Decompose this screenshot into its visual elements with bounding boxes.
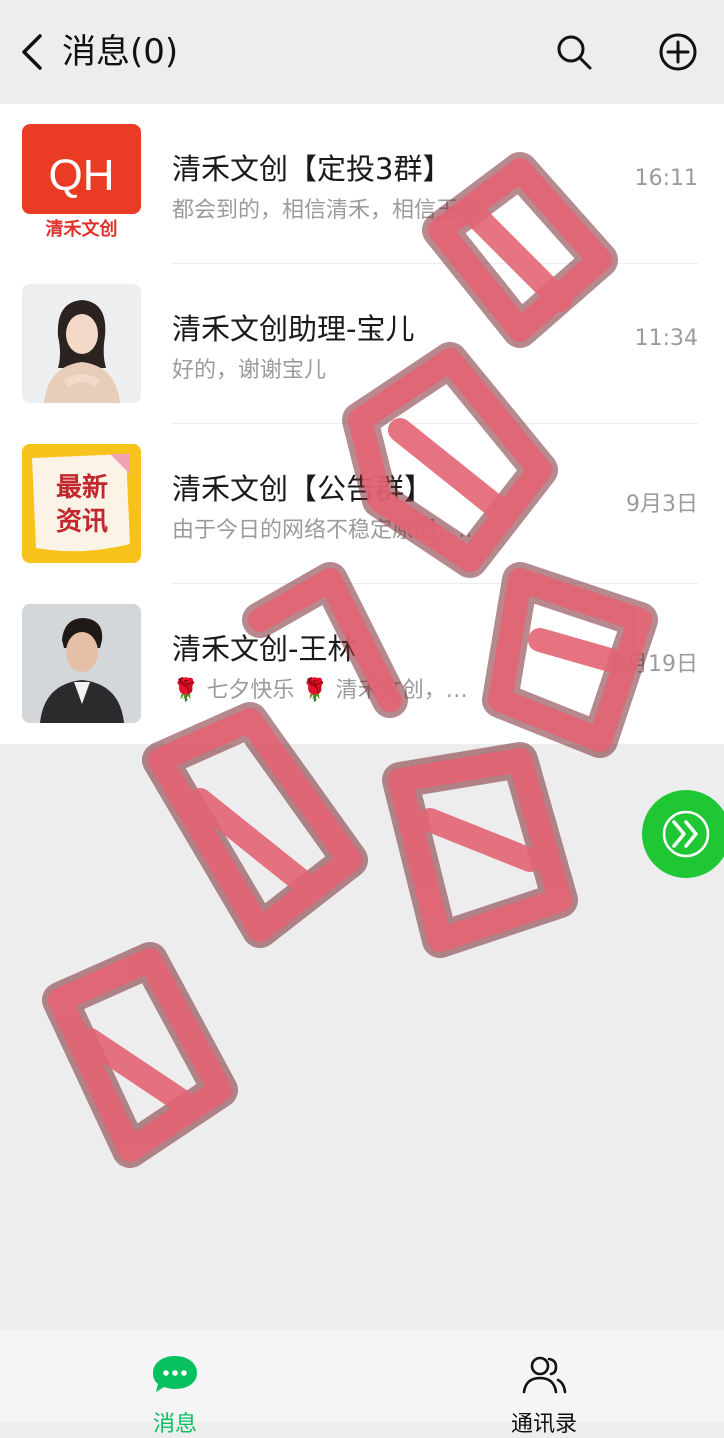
avatar-logo-text: QH xyxy=(49,151,115,200)
search-icon[interactable] xyxy=(552,30,596,74)
conversation-item[interactable]: 最新 资讯 清禾文创【公告群】 由于今日的网络不稳定原因，… 9月3日 xyxy=(0,424,724,584)
conversation-item[interactable]: 清禾文创助理-宝儿 好的，谢谢宝儿 11:34 xyxy=(0,264,724,424)
bottom-tab-bar: 消息 通讯录 xyxy=(0,1330,724,1437)
chat-bubble-icon xyxy=(153,1356,197,1392)
avatar xyxy=(22,284,141,403)
tab-messages[interactable]: 消息 xyxy=(75,1330,275,1437)
add-circle-icon[interactable] xyxy=(656,30,700,74)
avatar-subtitle: 清禾文创 xyxy=(46,218,118,240)
page-title: 消息(0) xyxy=(62,32,179,72)
conversation-name: 清禾文创【公告群】 xyxy=(172,472,434,506)
tab-contacts[interactable]: 通讯录 xyxy=(444,1330,644,1437)
conversation-time: 8月19日 xyxy=(612,652,698,677)
conversation-list: QH 清禾文创 清禾文创【定投3群】 都会到的，相信清禾，相信王总 16:11 … xyxy=(0,104,724,744)
tab-label: 消息 xyxy=(152,1412,197,1437)
conversation-preview: 好的，谢谢宝儿 xyxy=(172,358,327,383)
conversation-time: 11:34 xyxy=(634,326,698,351)
top-bar: 消息(0) xyxy=(0,0,724,104)
conversation-name: 清禾文创助理-宝儿 xyxy=(172,312,415,346)
avatar xyxy=(22,604,141,723)
conversation-time: 9月3日 xyxy=(626,492,698,517)
avatar-text-line2: 资讯 xyxy=(56,507,108,537)
conversation-item[interactable]: QH 清禾文创 清禾文创【定投3群】 都会到的，相信清禾，相信王总 16:11 xyxy=(0,104,724,264)
double-chevron-icon xyxy=(662,810,710,858)
back-arrow-icon[interactable] xyxy=(14,30,50,74)
conversation-name: 清禾文创-王林 xyxy=(172,632,357,666)
contacts-icon xyxy=(522,1356,567,1394)
tab-label: 通讯录 xyxy=(510,1412,577,1437)
avatar-text-line1: 最新 xyxy=(56,472,108,503)
conversation-item[interactable]: 清禾文创-王林 🌹 七夕快乐 🌹 清禾文创，… 8月19日 xyxy=(0,584,724,744)
conversation-preview: 🌹 七夕快乐 🌹 清禾文创，… xyxy=(172,678,468,703)
avatar: QH 清禾文创 xyxy=(22,124,141,243)
avatar: 最新 资讯 xyxy=(22,444,141,563)
conversation-time: 16:11 xyxy=(634,166,698,191)
floating-action-button[interactable] xyxy=(642,790,724,878)
conversation-name: 清禾文创【定投3群】 xyxy=(172,152,452,186)
conversation-preview: 由于今日的网络不稳定原因，… xyxy=(172,518,481,543)
conversation-preview: 都会到的，相信清禾，相信王总 xyxy=(172,198,481,223)
